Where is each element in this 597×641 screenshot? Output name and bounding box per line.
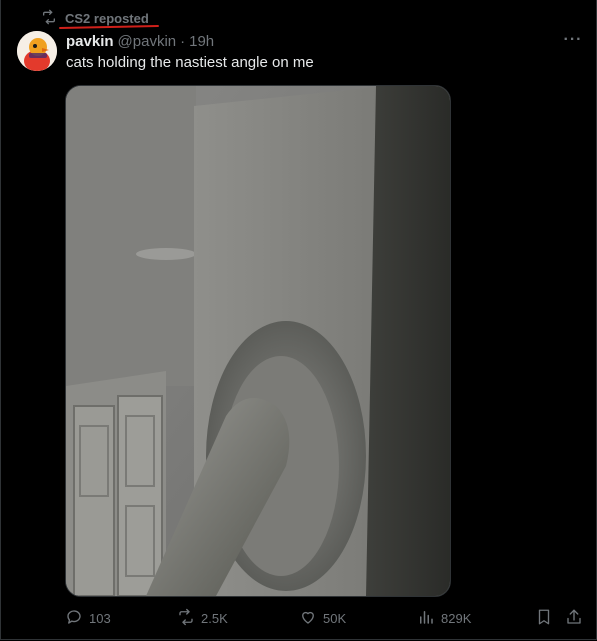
heart-icon [299,608,317,629]
share-button[interactable] [565,605,583,631]
reply-button[interactable]: 103 [65,605,111,631]
repost-indicator[interactable]: CS2 reposted [41,9,149,27]
timestamp[interactable]: 19h [189,33,214,50]
reply-icon [65,608,83,629]
bookmark-button[interactable] [535,605,553,631]
more-icon[interactable]: ··· [561,30,585,50]
tweet-text: cats holding the nastiest angle on me [66,54,314,71]
repost-icon [41,9,57,28]
repost-button[interactable]: 2.5K [177,605,228,631]
author-name[interactable]: pavkin [66,33,114,50]
avatar[interactable] [17,31,57,71]
author-handle[interactable]: @pavkin [118,33,177,50]
views-icon [417,608,435,629]
tweet-header: pavkin @pavkin · 19h [66,31,214,51]
like-button[interactable]: 50K [299,605,346,631]
tweet-card[interactable]: CS2 reposted pavkin @pavkin · 19h ··· ca… [0,0,597,640]
share-icon [565,608,583,629]
bookmark-icon [535,608,553,629]
repost-icon [177,608,195,629]
views-button[interactable]: 829K [417,605,471,631]
repost-count: 2.5K [201,610,228,626]
like-count: 50K [323,610,347,626]
tweet-photo[interactable] [65,85,451,597]
views-count: 829K [441,610,472,626]
repost-label[interactable]: CS2 reposted [65,11,149,26]
separator-dot: · [180,32,186,50]
reply-count: 103 [89,610,111,626]
action-bar: 103 2.5K 50K 829K [65,605,585,631]
